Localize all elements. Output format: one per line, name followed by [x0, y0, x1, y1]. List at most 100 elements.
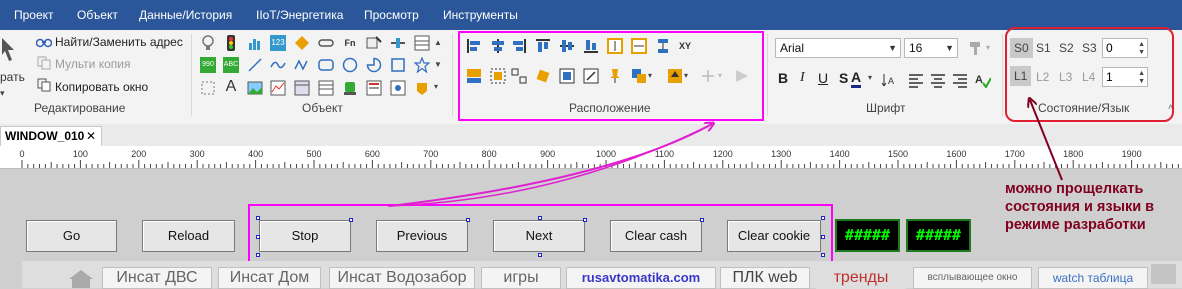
nav-tab-watch-table[interactable]: watch таблица: [1038, 267, 1148, 289]
menu-object[interactable]: Объект: [77, 8, 118, 22]
binoculars-icon: [36, 38, 52, 48]
event-list-icon[interactable]: [366, 80, 382, 96]
text-direction-icon[interactable]: A: [881, 72, 897, 88]
nav-tab-popup-window[interactable]: всплывающее окно: [913, 267, 1032, 289]
bar-graph-icon[interactable]: [247, 35, 263, 51]
align-text-right-icon[interactable]: [952, 72, 968, 88]
ruler-label: 1300: [771, 149, 792, 159]
go-button[interactable]: Go: [26, 220, 117, 252]
traffic-light-icon[interactable]: [223, 35, 239, 51]
home-icon[interactable]: [66, 268, 96, 288]
find-replace-button[interactable]: Найти/Заменить адрес: [55, 35, 183, 49]
menu-project[interactable]: Проект: [14, 8, 54, 22]
nav-tab-plc-web[interactable]: ПЛК web: [720, 267, 810, 289]
scroll-down-icon[interactable]: ▼: [434, 60, 442, 69]
ruler-label: 1200: [712, 149, 733, 159]
cursor-arrow-icon[interactable]: [0, 36, 18, 70]
nav-tab-insat-dom[interactable]: Инсат Дом: [218, 267, 321, 289]
font-size-select[interactable]: 16 ▼: [904, 38, 958, 58]
copy-window-icon: [37, 78, 51, 92]
polyline-icon[interactable]: [270, 57, 286, 73]
close-icon[interactable]: ✕: [86, 127, 96, 145]
numeric-display-icon[interactable]: 990: [200, 57, 216, 73]
diamond-icon[interactable]: [294, 35, 310, 51]
group-separator: [767, 34, 768, 116]
alarm-table-icon[interactable]: [318, 80, 334, 96]
multi-copy-button[interactable]: Мульти копия: [55, 57, 130, 71]
align-text-center-icon[interactable]: [930, 72, 946, 88]
trend-chart-icon[interactable]: [270, 80, 286, 96]
format-painter-disabled-icon[interactable]: [968, 40, 984, 56]
dropdown-arrow-icon[interactable]: ▾: [986, 43, 990, 52]
stamp-icon[interactable]: [414, 80, 430, 96]
link-icon[interactable]: [318, 35, 334, 51]
menu-iiot-energy[interactable]: IIoT/Энергетика: [256, 8, 343, 22]
ruler-label: 700: [423, 149, 439, 159]
italic-icon[interactable]: I: [800, 70, 805, 86]
font-color-icon[interactable]: A: [851, 69, 862, 88]
star-icon[interactable]: [414, 57, 430, 73]
font-name-value: Arial: [780, 41, 805, 55]
slider-icon[interactable]: [390, 35, 406, 51]
nav-tab-insat-vodozabor[interactable]: Инсат Водозабор: [329, 267, 475, 289]
gallery-expand-icon[interactable]: ▾: [434, 82, 438, 91]
bold-icon[interactable]: B: [778, 70, 788, 86]
ruler-label: 1900: [1121, 149, 1142, 159]
zigzag-icon[interactable]: [294, 57, 310, 73]
bulb-icon[interactable]: [200, 35, 216, 51]
text-display-icon[interactable]: ABC: [223, 57, 239, 73]
annotation-text: можно прощелкать состояния и языки в реж…: [1005, 181, 1155, 233]
ruler-label: 1400: [829, 149, 850, 159]
nav-tab-rusavtomatika[interactable]: rusavtomatika.com: [566, 267, 716, 289]
document-tab[interactable]: WINDOW_010 ✕: [0, 126, 102, 146]
line-icon[interactable]: [247, 57, 263, 73]
strikethrough-icon[interactable]: S: [839, 70, 848, 86]
group-separator: [1002, 34, 1003, 116]
numeric-input-icon[interactable]: 123: [270, 35, 286, 51]
menu-tools[interactable]: Инструменты: [443, 8, 518, 22]
menu-view[interactable]: Просмотр: [364, 8, 419, 22]
font-group-label: Шрифт: [866, 101, 906, 115]
toggle-switch-icon[interactable]: [366, 35, 382, 51]
numeric-display-1[interactable]: #####: [835, 219, 900, 252]
nav-extra-tab[interactable]: [1151, 264, 1176, 284]
pie-icon[interactable]: [366, 57, 382, 73]
menu-data-history[interactable]: Данные/История: [139, 8, 232, 22]
numeric-display-2[interactable]: #####: [906, 219, 971, 252]
table-icon[interactable]: [414, 35, 430, 51]
circle-icon[interactable]: [342, 57, 358, 73]
scroll-up-icon[interactable]: ▲: [434, 38, 442, 47]
copy-window-button[interactable]: Копировать окно: [55, 80, 148, 94]
recipe-icon[interactable]: [390, 80, 406, 96]
state-highlight-box: [1005, 27, 1174, 122]
nav-tab-insat-dvs[interactable]: Инсат ДВС: [102, 267, 212, 289]
text-tool-icon[interactable]: A: [223, 79, 239, 95]
underline-icon[interactable]: U: [818, 70, 828, 86]
reload-button[interactable]: Reload: [142, 220, 235, 252]
layout-highlight-box: [458, 31, 764, 121]
nav-tab-games[interactable]: игры: [481, 267, 561, 289]
picture-icon[interactable]: [247, 80, 263, 96]
history-table-icon[interactable]: [294, 80, 310, 96]
spell-check-icon[interactable]: A: [975, 72, 991, 88]
align-text-left-icon[interactable]: [908, 72, 924, 88]
ruler-label: 300: [189, 149, 205, 159]
dropdown-arrow-icon[interactable]: ▾: [868, 73, 872, 82]
ruler-label: 1500: [887, 149, 909, 159]
buttons-highlight-box: [248, 204, 833, 266]
nav-tab-trends[interactable]: тренды: [816, 267, 906, 289]
rounded-rect-icon[interactable]: [318, 57, 334, 73]
rectangle-icon[interactable]: [390, 57, 406, 73]
editing-group-label: Редактирование: [34, 101, 126, 115]
dropdown-arrow-icon[interactable]: ▾: [0, 88, 5, 99]
ruler-label: 0: [19, 149, 25, 159]
ruler-label: 200: [131, 149, 147, 159]
function-icon[interactable]: Fn: [342, 35, 358, 51]
dashed-rect-icon[interactable]: [200, 80, 216, 96]
font-name-select[interactable]: Arial ▼: [775, 38, 901, 58]
ruler-label: 1700: [1004, 149, 1025, 159]
ruler-label: 1800: [1063, 149, 1084, 159]
partial-tool-label[interactable]: рать: [0, 70, 25, 84]
ruler-label: 100: [72, 149, 88, 159]
alarm-light-icon[interactable]: [342, 80, 358, 96]
